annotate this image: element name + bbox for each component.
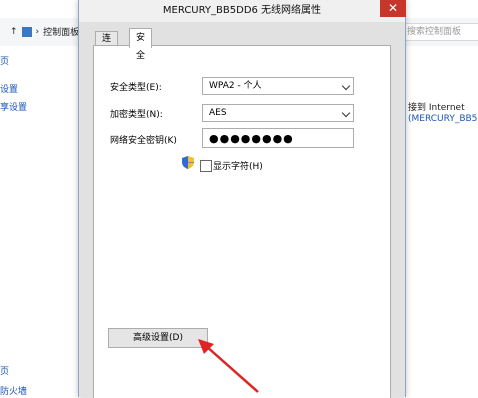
network-link[interactable]: (MERCURY_BB5DD	[408, 114, 478, 124]
tab-security[interactable]: 安全	[129, 28, 153, 61]
encryption-type-value: AES	[209, 108, 227, 118]
network-key-label: 网络安全密钥(K)	[110, 136, 177, 146]
control-panel-left-nav: 页 设置 享设置 页 防火墙	[0, 46, 79, 397]
security-type-value: WPA2 - 个人	[209, 81, 262, 91]
shield-icon	[182, 156, 194, 169]
security-type-label: 安全类型(E):	[110, 83, 162, 93]
control-panel-icon	[21, 26, 32, 37]
red-arrow-annotation	[198, 339, 259, 393]
network-key-field[interactable]: ●●●●●●●●	[202, 128, 354, 148]
close-button[interactable]: ✕	[380, 0, 406, 17]
search-input[interactable]: 搜索控制面板	[404, 23, 478, 41]
left-nav-item-firewall[interactable]: 防火墙	[0, 384, 27, 397]
left-nav-item-sharing[interactable]: 享设置	[0, 100, 27, 113]
security-type-select[interactable]: WPA2 - 个人	[202, 77, 354, 95]
left-nav-item-home-2[interactable]: 页	[0, 364, 9, 377]
chevron-right-icon: ›	[35, 26, 40, 37]
advanced-settings-button[interactable]: 高级设置(D)	[108, 328, 208, 348]
title-bar[interactable]: MERCURY_BB5DD6 无线网络属性 ✕	[79, 0, 406, 22]
security-tab-panel: 安全类型(E): WPA2 - 个人 加密类型(N): AES 网络安全密钥(K…	[93, 45, 391, 398]
network-key-value: ●●●●●●●●	[209, 132, 294, 145]
encryption-type-select[interactable]: AES	[202, 104, 354, 122]
dialog-title: MERCURY_BB5DD6 无线网络属性	[162, 5, 322, 16]
encryption-type-label: 加密类型(N):	[110, 110, 163, 120]
address-crumb[interactable]: 控制面板	[43, 25, 79, 38]
connect-internet-text: 接到 Internet	[408, 103, 465, 113]
show-characters-label[interactable]: 显示字符(H)	[213, 159, 263, 172]
left-nav-item-home[interactable]: 页	[0, 54, 9, 67]
address-bar: ↑ › 控制面板	[10, 25, 79, 38]
left-nav-item-settings[interactable]: 设置	[0, 82, 18, 95]
close-icon: ✕	[387, 1, 399, 15]
control-panel-right-area: 接到 Internet (MERCURY_BB5DD	[404, 46, 478, 397]
chevron-down-icon	[341, 108, 351, 118]
show-characters-checkbox[interactable]	[200, 160, 212, 172]
wireless-properties-dialog: MERCURY_BB5DD6 无线网络属性 ✕ 连接 安全 安全类型(E): W…	[78, 0, 406, 398]
chevron-down-icon	[341, 81, 351, 91]
up-arrow-icon[interactable]: ↑	[10, 27, 18, 37]
